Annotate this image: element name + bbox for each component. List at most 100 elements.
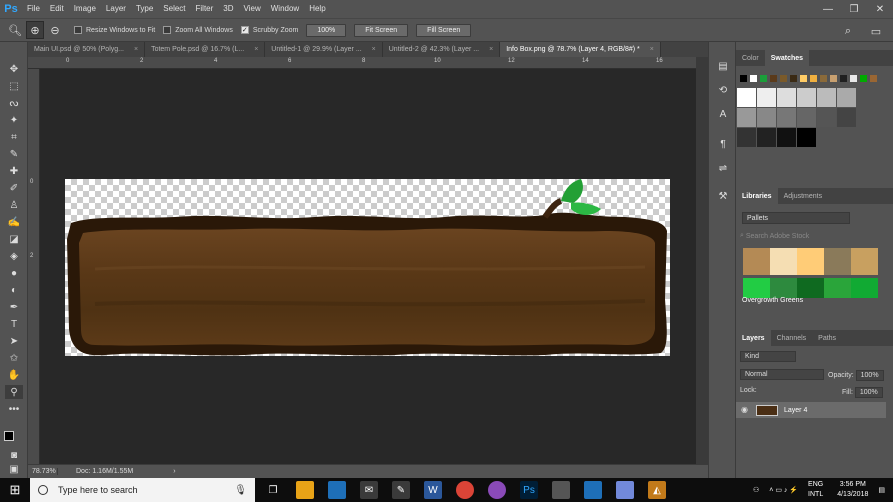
menu-window[interactable]: Window (266, 0, 304, 18)
photoshop-taskbar-icon[interactable]: Ps (520, 481, 538, 499)
pallet-swatch[interactable] (743, 248, 770, 275)
fit-screen-button[interactable]: Fit Screen (354, 23, 409, 37)
swatch[interactable] (757, 128, 776, 147)
swatch[interactable] (737, 128, 756, 147)
screen-mode-icon[interactable]: ▣ (5, 462, 23, 476)
paint-bucket-tool-icon[interactable]: ◈ (5, 249, 23, 263)
dodge-tool-icon[interactable]: ◐ (5, 283, 23, 297)
swatch[interactable] (817, 88, 836, 107)
tool-presets-icon[interactable]: ⚒ (715, 188, 731, 204)
notes-icon[interactable]: ✎ (392, 481, 410, 499)
people-icon[interactable]: ⚇ (753, 486, 759, 494)
taskbar-search[interactable]: Type here to search 🎙︎ (30, 478, 255, 502)
tab-untitled-2[interactable]: Untitled-2 @ 42.3% (Layer ... × (383, 42, 501, 57)
swatch[interactable] (870, 75, 877, 82)
paragraph-panel-icon[interactable]: ¶ (715, 136, 731, 152)
notification-icons[interactable]: ˄ ▭ ♪ ⚡ (769, 486, 798, 494)
path-selection-tool-icon[interactable]: ➤ (5, 334, 23, 348)
tab-libraries[interactable]: Libraries (736, 188, 778, 204)
pallet-swatch[interactable] (770, 248, 797, 275)
swatch[interactable] (840, 75, 847, 82)
maximize-button[interactable]: ❐ (841, 0, 867, 18)
unity-icon[interactable]: ◭ (648, 481, 666, 499)
action-center-icon[interactable]: ▤ (878, 486, 885, 494)
adjust-panel-icon[interactable]: ⇌ (715, 160, 731, 176)
tab-swatches[interactable]: Swatches (764, 50, 810, 66)
app-icon-purple[interactable] (488, 481, 506, 499)
zoom-all-checkbox[interactable]: Zoom All Windows (163, 26, 233, 34)
blur-tool-icon[interactable]: ● (5, 266, 23, 280)
swatch[interactable] (817, 108, 836, 127)
swatch[interactable] (737, 88, 756, 107)
clock[interactable]: 3:56 PM 4/13/2018 (837, 480, 868, 500)
quick-mask-icon[interactable]: ◙ (5, 448, 23, 462)
pallet-swatch[interactable] (743, 278, 770, 298)
task-view-icon[interactable]: ❐ (264, 481, 282, 499)
tab-layers[interactable]: Layers (736, 330, 771, 346)
tab-close-icon[interactable]: × (134, 46, 138, 53)
workspace-icon[interactable]: ▭ (867, 22, 885, 40)
zoom-tool-active-icon[interactable]: ⚲ (5, 385, 23, 399)
pallet-swatch[interactable] (851, 248, 878, 275)
swatch[interactable] (820, 75, 827, 82)
zoom-100-button[interactable]: 100% (306, 23, 347, 37)
layer-name[interactable]: Layer 4 (784, 407, 807, 414)
resize-windows-checkbox[interactable]: Resize Windows to Fit (74, 26, 155, 34)
swatch[interactable] (780, 75, 787, 82)
menu-view[interactable]: View (239, 0, 266, 18)
swatch[interactable] (797, 128, 816, 147)
close-button[interactable]: ✕ (867, 0, 893, 18)
clone-stamp-tool-icon[interactable]: ♙ (5, 198, 23, 212)
swatch[interactable] (797, 108, 816, 127)
search-icon[interactable]: ⌕ (839, 22, 857, 40)
pallet-swatch[interactable] (824, 248, 851, 275)
microphone-icon[interactable]: 🎙︎ (234, 485, 247, 496)
menu-file[interactable]: File (22, 0, 45, 18)
tab-close-icon[interactable]: × (254, 46, 258, 53)
menu-image[interactable]: Image (69, 0, 101, 18)
foreground-color-swatch[interactable] (4, 431, 14, 441)
app-icon[interactable] (328, 481, 346, 499)
pallet-swatch[interactable] (797, 278, 824, 298)
adobe-stock-search[interactable]: ⌕ Search Adobe Stock (740, 230, 888, 242)
monitor-icon[interactable] (584, 481, 602, 499)
swatch[interactable] (740, 75, 747, 82)
library-select[interactable]: Pallets (742, 212, 850, 224)
pallet-swatch[interactable] (770, 278, 797, 298)
document-canvas[interactable] (65, 179, 670, 356)
tab-close-icon[interactable]: × (489, 46, 493, 53)
swatch[interactable] (777, 128, 796, 147)
layer-row[interactable]: ◉ Layer 4 (736, 402, 886, 418)
swatch[interactable] (810, 75, 817, 82)
tab-adjustments[interactable]: Adjustments (778, 188, 829, 204)
menu-layer[interactable]: Layer (101, 0, 131, 18)
tab-paths[interactable]: Paths (812, 330, 842, 346)
eraser-tool-icon[interactable]: ◪ (5, 232, 23, 246)
pen-tool-icon[interactable]: ✒ (5, 300, 23, 314)
eye-icon[interactable]: ◉ (741, 405, 748, 414)
hand-tool-icon[interactable]: ✋ (5, 368, 23, 382)
blend-mode-select[interactable]: Normal (740, 369, 824, 380)
menu-select[interactable]: Select (158, 0, 190, 18)
properties-panel-icon[interactable]: ▤ (715, 58, 731, 74)
file-explorer-icon[interactable] (296, 481, 314, 499)
mail-icon[interactable]: ✉ (360, 481, 378, 499)
menu-filter[interactable]: Filter (191, 0, 219, 18)
swatch[interactable] (837, 108, 856, 127)
chrome-icon[interactable] (456, 481, 474, 499)
marquee-tool-icon[interactable]: ⬚ (5, 79, 23, 93)
swatch[interactable] (760, 75, 767, 82)
swatch[interactable] (777, 88, 796, 107)
history-panel-icon[interactable]: ⟲ (715, 82, 731, 98)
fill-control[interactable]: Fill: 100% (842, 387, 883, 398)
healing-brush-tool-icon[interactable]: ✚ (5, 164, 23, 178)
tab-close-icon[interactable]: × (372, 46, 376, 53)
pallet-swatch[interactable] (797, 248, 824, 275)
swatch[interactable] (850, 75, 857, 82)
vertical-scrollbar[interactable] (696, 57, 708, 464)
swatch[interactable] (737, 108, 756, 127)
shape-tool-icon[interactable]: ✩ (5, 351, 23, 365)
swatch[interactable] (837, 88, 856, 107)
type-tool-icon[interactable]: T (5, 317, 23, 331)
swatch[interactable] (750, 75, 757, 82)
